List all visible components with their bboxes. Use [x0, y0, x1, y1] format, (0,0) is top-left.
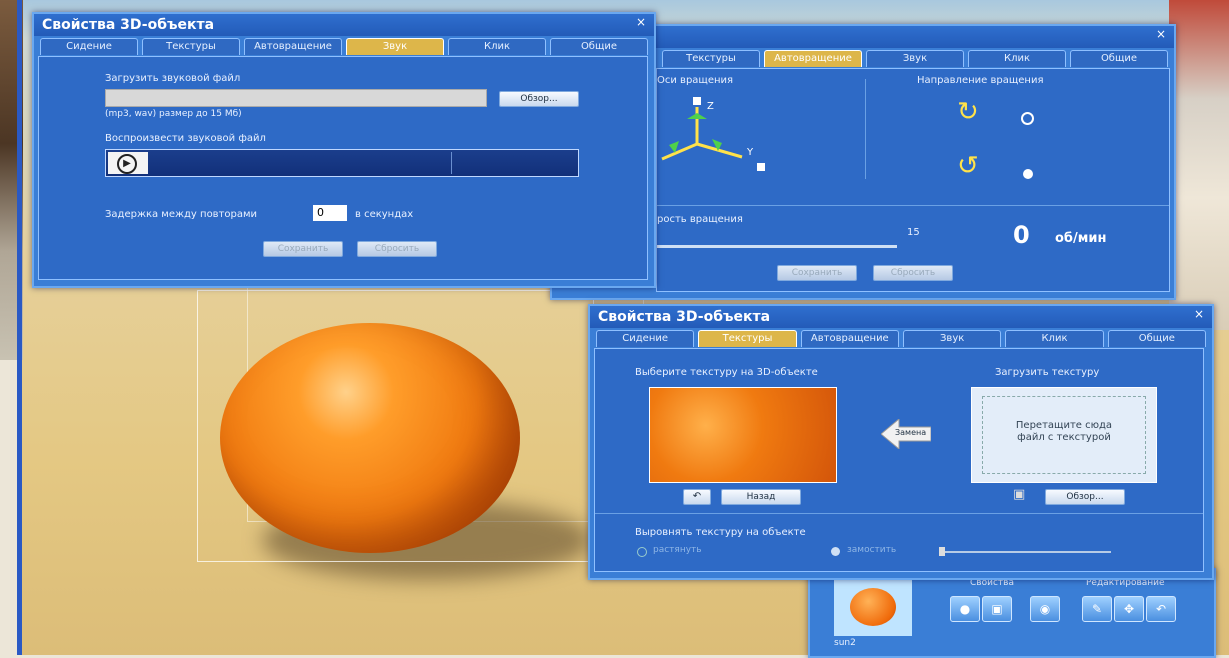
tab-autorotation[interactable]: Автовращение — [244, 38, 342, 55]
texture-panel: Выберите текстуру на 3D-объекте Замена З… — [594, 348, 1204, 572]
speed-unit: об/мин — [1055, 231, 1107, 246]
close-icon[interactable]: × — [1156, 27, 1166, 41]
tab-seating[interactable]: Сидение — [40, 38, 138, 55]
tab-general[interactable]: Общие — [1070, 50, 1168, 67]
divider — [657, 205, 1169, 206]
drop-text-1: Перетащите сюда — [1015, 420, 1113, 431]
object-toolbar: sun2 Свойства Редактирование ● ▣ ◉ ✎ ✥ ↶ — [808, 568, 1216, 658]
tab-seating[interactable]: Сидение — [596, 330, 695, 347]
object-name: sun2 — [834, 638, 856, 648]
undo-button[interactable]: ↶ — [683, 489, 711, 505]
save-button[interactable]: Сохранить — [263, 241, 343, 257]
close-icon[interactable]: × — [636, 15, 646, 29]
orange-thumbnail-icon — [850, 588, 896, 626]
tab-click[interactable]: Клик — [448, 38, 546, 55]
tab-autorotation[interactable]: Автовращение — [764, 50, 862, 67]
speed-label: рость вращения — [657, 214, 743, 225]
move-icon[interactable]: ✥ — [1114, 596, 1144, 622]
divider — [595, 513, 1203, 514]
tab-general[interactable]: Общие — [550, 38, 648, 55]
tab-textures[interactable]: Текстуры — [698, 330, 797, 347]
play-button[interactable]: ▶ — [108, 152, 148, 174]
edit-icon[interactable]: ✎ — [1082, 596, 1112, 622]
background-wall-right — [1169, 0, 1229, 330]
speed-max-label: 15 — [907, 227, 920, 238]
properties-window-sound[interactable]: Свойства 3D-объекта × Сидение Текстуры А… — [32, 12, 656, 288]
rotation-panel: Оси вращения Z Y Направление вращения ↻ … — [656, 68, 1170, 292]
tab-textures[interactable]: Текстуры — [662, 50, 760, 67]
tile-radio[interactable] — [831, 547, 840, 556]
viewport-edge — [17, 0, 22, 655]
properties-icon[interactable]: ● — [950, 596, 980, 622]
texture-drop-zone[interactable]: Перетащите сюда файл с текстурой — [971, 387, 1157, 483]
tab-sound[interactable]: Звук — [866, 50, 964, 67]
replace-label: Замена — [895, 428, 927, 437]
bounding-box — [197, 290, 594, 562]
axis-z-label: Z — [707, 101, 714, 112]
audio-player[interactable]: ▶ — [105, 149, 579, 177]
tab-general[interactable]: Общие — [1107, 330, 1206, 347]
divider — [865, 79, 866, 179]
delay-label: Задержка между повторами — [105, 209, 258, 220]
stretch-label: растянуть — [653, 545, 702, 555]
play-icon: ▶ — [117, 154, 137, 174]
replace-arrow[interactable]: Замена — [880, 417, 932, 451]
sound-panel: Загрузить звуковой файл Обзор... (mp3, w… — [38, 56, 648, 280]
close-icon[interactable]: × — [1194, 307, 1204, 321]
file-hint: (mp3, wav) размер до 15 Мб) — [105, 109, 242, 119]
texture-preview[interactable] — [649, 387, 837, 483]
stretch-radio[interactable] — [637, 547, 647, 557]
sound-file-field[interactable] — [105, 89, 487, 107]
choose-texture-label: Выберите текстуру на 3D-объекте — [635, 367, 818, 378]
axes-label: Оси вращения — [657, 75, 734, 86]
window-title: Свойства 3D-объекта — [34, 14, 654, 36]
upload-sound-label: Загрузить звуковой файл — [105, 73, 241, 84]
box-icon[interactable]: ▣ — [982, 596, 1012, 622]
drop-text-2: файл с текстурой — [1017, 432, 1111, 443]
tab-autorotation[interactable]: Автовращение — [800, 330, 899, 347]
window-title: Свойства 3D-объекта — [590, 306, 1212, 328]
play-sound-label: Воспроизвести звуковой файл — [105, 133, 266, 144]
axis-y-label: Y — [746, 147, 754, 158]
direction-label: Направление вращения — [917, 75, 1044, 86]
delay-input[interactable]: 0 — [313, 205, 347, 221]
camera-icon[interactable]: ◉ — [1030, 596, 1060, 622]
axes-gizmo-icon[interactable]: Z Y — [657, 89, 777, 179]
save-button[interactable]: Сохранить — [777, 265, 857, 281]
reset-button[interactable]: Сбросить — [873, 265, 953, 281]
tab-click[interactable]: Клик — [968, 50, 1066, 67]
tab-textures[interactable]: Текстуры — [142, 38, 240, 55]
delay-unit-label: в секундах — [355, 209, 414, 220]
direction-radio-2[interactable] — [1023, 169, 1033, 179]
speed-slider[interactable] — [657, 245, 897, 248]
undo-icon: ↶ — [692, 491, 702, 502]
tab-bar: Сидение Текстуры Автовращение Звук Клик … — [34, 36, 654, 55]
back-button[interactable]: Назад — [721, 489, 801, 505]
tab-sound[interactable]: Звук — [346, 38, 444, 55]
browse-button[interactable]: Обзор... — [1045, 489, 1125, 505]
progress-marker — [451, 152, 452, 174]
upload-texture-label: Загрузить текстуру — [995, 367, 1100, 378]
undo-icon[interactable]: ↶ — [1146, 596, 1176, 622]
rotate-ccw-icon[interactable]: ↻ — [957, 97, 979, 127]
direction-radio-1[interactable] — [1021, 112, 1034, 125]
object-thumbnail[interactable] — [834, 578, 912, 636]
tab-click[interactable]: Клик — [1005, 330, 1104, 347]
properties-window-texture[interactable]: Свойства 3D-объекта × Сидение Текстуры А… — [588, 304, 1214, 580]
browse-button[interactable]: Обзор... — [499, 91, 579, 107]
align-label: Выровнять текстуру на объекте — [635, 527, 806, 538]
tab-bar: Сидение Текстуры Автовращение Звук Клик … — [590, 328, 1212, 347]
reset-button[interactable]: Сбросить — [357, 241, 437, 257]
rotate-cw-icon[interactable]: ↺ — [957, 151, 979, 181]
tab-sound[interactable]: Звук — [902, 330, 1002, 347]
tile-slider[interactable] — [945, 551, 1111, 553]
tile-label: замостить — [847, 545, 897, 555]
speed-value: 0 — [1013, 221, 1030, 249]
camera-icon[interactable]: ▣ — [1013, 487, 1033, 503]
